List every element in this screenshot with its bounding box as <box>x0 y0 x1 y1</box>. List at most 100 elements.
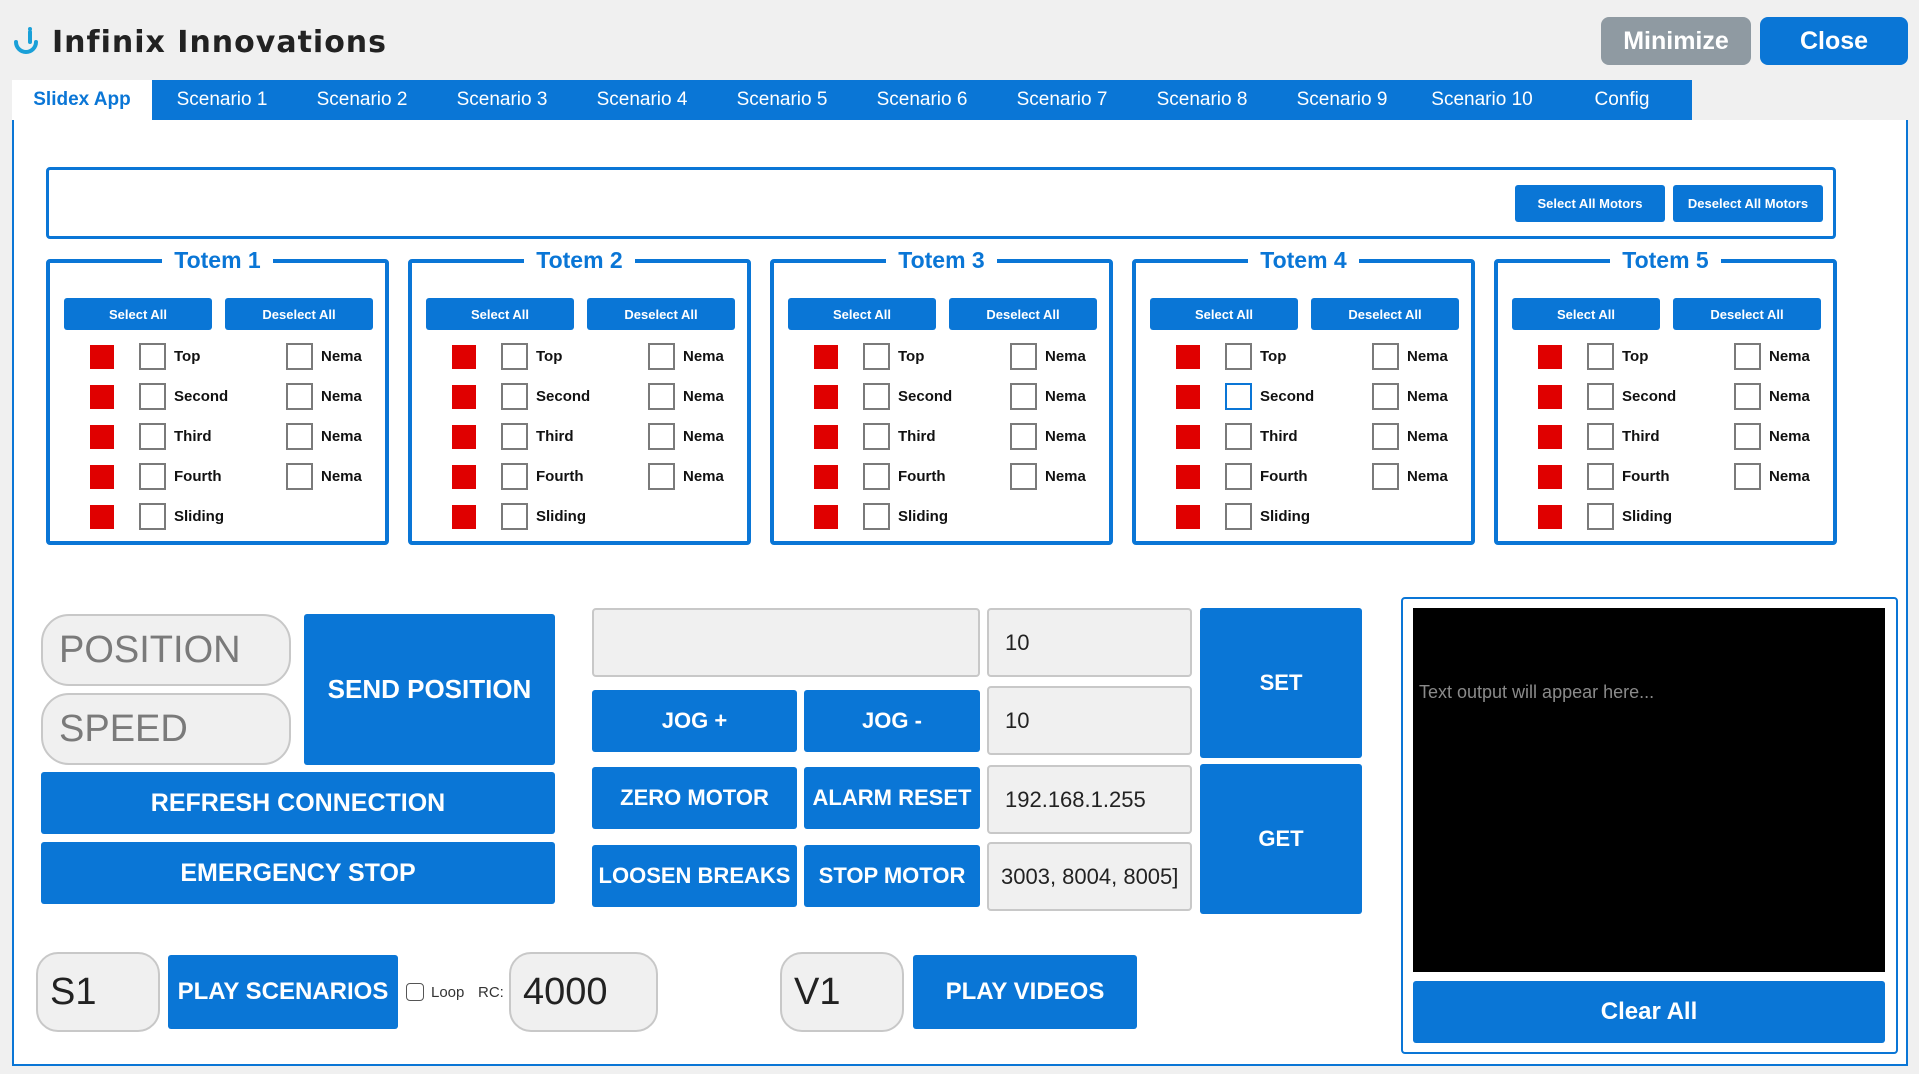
checkbox-nema[interactable] <box>648 423 675 450</box>
checkbox-second[interactable] <box>863 383 890 410</box>
send-position-button[interactable]: SEND POSITION <box>304 614 555 765</box>
checkbox-nema[interactable] <box>1010 463 1037 490</box>
video-input[interactable]: V1 <box>780 952 904 1032</box>
scenario-input[interactable]: S1 <box>36 952 160 1032</box>
checkbox-nema[interactable] <box>1734 423 1761 450</box>
checkbox-top[interactable] <box>1225 343 1252 370</box>
checkbox-nema[interactable] <box>1734 383 1761 410</box>
play-scenarios-button[interactable]: PLAY SCENARIOS <box>168 955 398 1029</box>
checkbox-nema[interactable] <box>1372 343 1399 370</box>
tab-scenario-1[interactable]: Scenario 1 <box>152 80 292 120</box>
checkbox-top[interactable] <box>501 343 528 370</box>
totem-select-all-button[interactable]: Select All <box>426 298 574 330</box>
checkbox-sliding[interactable] <box>139 503 166 530</box>
checkbox-nema[interactable] <box>648 463 675 490</box>
tab-scenario-10[interactable]: Scenario 10 <box>1412 80 1552 120</box>
jog-minus-button[interactable]: JOG - <box>804 690 980 752</box>
value-field-1[interactable]: 10 <box>987 608 1192 677</box>
tab-config[interactable]: Config <box>1552 80 1692 120</box>
checkbox-second[interactable] <box>1587 383 1614 410</box>
tab-scenario-5[interactable]: Scenario 5 <box>712 80 852 120</box>
checkbox-second[interactable] <box>501 383 528 410</box>
value-field-2[interactable]: 10 <box>987 686 1192 755</box>
deselect-all-motors-button[interactable]: Deselect All Motors <box>1673 185 1823 222</box>
checkbox-top[interactable] <box>863 343 890 370</box>
select-all-motors-button[interactable]: Select All Motors <box>1515 185 1665 222</box>
checkbox-third[interactable] <box>139 423 166 450</box>
checkbox-nema[interactable] <box>1010 423 1037 450</box>
checkbox-nema[interactable] <box>1372 383 1399 410</box>
totem-deselect-all-button[interactable]: Deselect All <box>587 298 735 330</box>
tab-scenario-3[interactable]: Scenario 3 <box>432 80 572 120</box>
jog-plus-button[interactable]: JOG + <box>592 690 797 752</box>
checkbox-nema[interactable] <box>1734 463 1761 490</box>
checkbox-nema[interactable] <box>1010 383 1037 410</box>
loosen-breaks-button[interactable]: LOOSEN BREAKS <box>592 845 797 907</box>
checkbox-third[interactable] <box>1225 423 1252 450</box>
close-button[interactable]: Close <box>1760 17 1908 65</box>
output-text-area[interactable]: Text output will appear here... <box>1413 608 1885 972</box>
checkbox-nema[interactable] <box>648 383 675 410</box>
totem-select-all-button[interactable]: Select All <box>64 298 212 330</box>
checkbox-fourth[interactable] <box>1587 463 1614 490</box>
tab-scenario-6[interactable]: Scenario 6 <box>852 80 992 120</box>
tab-scenario-4[interactable]: Scenario 4 <box>572 80 712 120</box>
tab-slidex-app[interactable]: Slidex App <box>12 80 152 120</box>
checkbox-top[interactable] <box>139 343 166 370</box>
set-button[interactable]: SET <box>1200 608 1362 758</box>
position-input[interactable]: POSITION <box>41 614 291 686</box>
checkbox-nema[interactable] <box>1372 463 1399 490</box>
tab-scenario-9[interactable]: Scenario 9 <box>1272 80 1412 120</box>
clear-all-button[interactable]: Clear All <box>1413 981 1885 1043</box>
checkbox-second[interactable] <box>139 383 166 410</box>
minimize-button[interactable]: Minimize <box>1601 17 1751 65</box>
ip-address-field[interactable]: 192.168.1.255 <box>987 765 1192 834</box>
rc-input[interactable]: 4000 <box>509 952 658 1032</box>
totem-deselect-all-button[interactable]: Deselect All <box>949 298 1097 330</box>
checkbox-third[interactable] <box>863 423 890 450</box>
checkbox-nema[interactable] <box>286 423 313 450</box>
totem-deselect-all-button[interactable]: Deselect All <box>1311 298 1459 330</box>
get-button[interactable]: GET <box>1200 764 1362 914</box>
checkbox-nema[interactable] <box>648 343 675 370</box>
speed-input[interactable]: SPEED <box>41 693 291 765</box>
status-indicator <box>1538 345 1562 369</box>
emergency-stop-button[interactable]: EMERGENCY STOP <box>41 842 555 904</box>
totem-select-all-button[interactable]: Select All <box>1512 298 1660 330</box>
status-indicator <box>1176 425 1200 449</box>
checkbox-third[interactable] <box>1587 423 1614 450</box>
tab-scenario-7[interactable]: Scenario 7 <box>992 80 1132 120</box>
command-input[interactable] <box>592 608 980 677</box>
refresh-connection-button[interactable]: REFRESH CONNECTION <box>41 772 555 834</box>
zero-motor-button[interactable]: ZERO MOTOR <box>592 767 797 829</box>
tab-scenario-2[interactable]: Scenario 2 <box>292 80 432 120</box>
totem-select-all-button[interactable]: Select All <box>1150 298 1298 330</box>
alarm-reset-button[interactable]: ALARM RESET <box>804 767 980 829</box>
checkbox-sliding[interactable] <box>501 503 528 530</box>
play-videos-button[interactable]: PLAY VIDEOS <box>913 955 1137 1029</box>
checkbox-fourth[interactable] <box>1225 463 1252 490</box>
checkbox-fourth[interactable] <box>863 463 890 490</box>
ports-field[interactable]: 3003, 8004, 8005] <box>987 842 1192 911</box>
checkbox-nema[interactable] <box>286 463 313 490</box>
checkbox-top[interactable] <box>1587 343 1614 370</box>
totem-deselect-all-button[interactable]: Deselect All <box>1673 298 1821 330</box>
checkbox-sliding[interactable] <box>1225 503 1252 530</box>
checkbox-nema[interactable] <box>286 343 313 370</box>
checkbox-sliding[interactable] <box>863 503 890 530</box>
status-indicator <box>1176 505 1200 529</box>
totem-deselect-all-button[interactable]: Deselect All <box>225 298 373 330</box>
checkbox-sliding[interactable] <box>1587 503 1614 530</box>
checkbox-nema[interactable] <box>286 383 313 410</box>
checkbox-nema[interactable] <box>1010 343 1037 370</box>
checkbox-nema[interactable] <box>1372 423 1399 450</box>
checkbox-fourth[interactable] <box>501 463 528 490</box>
checkbox-fourth[interactable] <box>139 463 166 490</box>
stop-motor-button[interactable]: STOP MOTOR <box>804 845 980 907</box>
checkbox-nema[interactable] <box>1734 343 1761 370</box>
tab-scenario-8[interactable]: Scenario 8 <box>1132 80 1272 120</box>
loop-checkbox[interactable] <box>406 983 424 1001</box>
totem-select-all-button[interactable]: Select All <box>788 298 936 330</box>
checkbox-third[interactable] <box>501 423 528 450</box>
checkbox-second[interactable] <box>1225 383 1252 410</box>
